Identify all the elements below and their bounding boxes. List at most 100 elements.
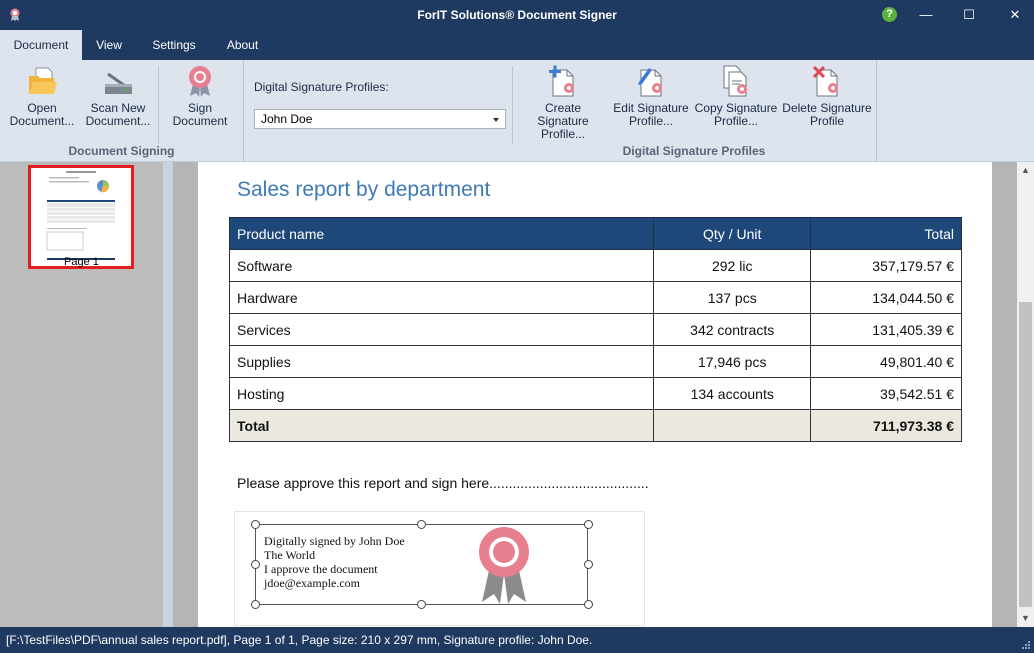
create-profile-label-2: Profile... [540, 127, 585, 141]
seal-icon [189, 66, 211, 97]
cell-total: 49,801.40 € [810, 345, 962, 378]
signature-line-location: The World [264, 548, 316, 562]
open-document-button[interactable]: Open Document... [6, 64, 78, 128]
cell-qty: 292 lic [653, 249, 812, 282]
total-value: 711,973.38 € [810, 409, 962, 442]
cell-qty: 134 accounts [653, 377, 812, 410]
document-delete-icon [812, 65, 838, 97]
group-separator [512, 66, 513, 144]
column-header-qty: Qty / Unit [653, 217, 812, 250]
scroll-down-icon[interactable]: ▼ [1017, 610, 1034, 627]
signature-area: Digitally signed by John Doe The World I… [234, 511, 645, 626]
delete-profile-button[interactable]: Delete Signature Profile [782, 64, 872, 128]
document-signing-group-label: Document Signing [68, 144, 175, 158]
signature-profiles-group-label: Digital Signature Profiles [622, 144, 766, 158]
cell-product: Hosting [228, 377, 655, 410]
table-row: Supplies 17,946 pcs 49,801.40 € [228, 345, 962, 378]
edit-profile-label-2: Profile... [628, 114, 673, 128]
table-header-row: Product name Qty / Unit Total [228, 217, 962, 250]
profiles-field-label: Digital Signature Profiles: [254, 80, 389, 94]
copy-profile-button[interactable]: Copy Signature Profile... [694, 64, 778, 128]
edit-profile-button[interactable]: Edit Signature Profile... [612, 64, 690, 128]
document-add-icon [549, 65, 574, 97]
total-label: Total [228, 409, 655, 442]
sign-document-button[interactable]: Sign Document [166, 64, 234, 128]
resize-grip-icon[interactable] [1021, 640, 1031, 650]
signature-line-signed-by: Digitally signed by John Doe [264, 534, 405, 548]
table-row: Services 342 contracts 131,405.39 € [228, 313, 962, 346]
signature-text: Digitally signed by John Doe The World I… [264, 534, 405, 590]
ribbon: Open Document... Scan New Document... Si… [0, 60, 1034, 162]
copy-profile-label-2: Profile... [713, 114, 758, 128]
sign-document-label-2: Document [172, 114, 228, 128]
resize-handle[interactable] [251, 600, 260, 609]
tab-about[interactable]: About [215, 30, 270, 60]
tab-settings[interactable]: Settings [140, 30, 208, 60]
total-qty [653, 409, 812, 442]
document-signing-group: Open Document... Scan New Document... Si… [0, 60, 244, 162]
cell-total: 357,179.57 € [810, 249, 962, 282]
folder-open-icon [29, 67, 57, 94]
table-row: Hosting 134 accounts 39,542.51 € [228, 377, 962, 410]
resize-handle[interactable] [251, 520, 260, 529]
cell-qty: 137 pcs [653, 281, 812, 314]
thumbnail-page-label: Page 1 [64, 256, 99, 268]
signature-line-reason: I approve the document [264, 562, 378, 576]
tab-document[interactable]: Document [0, 30, 82, 60]
scanner-icon [105, 72, 132, 94]
table-total-row: Total 711,973.38 € [228, 409, 962, 442]
cell-product: Supplies [228, 345, 655, 378]
cell-total: 131,405.39 € [810, 313, 962, 346]
cell-total: 39,542.51 € [810, 377, 962, 410]
sales-table: Product name Qty / Unit Total Software 2… [228, 217, 962, 442]
signature-profiles-group: Digital Signature Profiles: John Doe Cre… [244, 60, 877, 162]
resize-handle[interactable] [251, 560, 260, 569]
create-profile-button[interactable]: Create Signature Profile... [518, 64, 608, 141]
resize-handle[interactable] [584, 520, 593, 529]
thumbnail-pane: Page 1 [0, 162, 163, 627]
scrollbar-thumb[interactable] [1019, 302, 1032, 607]
approve-text: Please approve this report and sign here… [237, 475, 649, 491]
seal-icon [479, 527, 529, 604]
menu-bar: Document View Settings About [0, 30, 1034, 60]
open-document-label-2: Document... [9, 114, 75, 128]
tab-view[interactable]: View [82, 30, 136, 60]
table-row: Software 292 lic 357,179.57 € [228, 249, 962, 282]
cell-qty: 342 contracts [653, 313, 812, 346]
create-profile-label-1: Create Signature [537, 101, 589, 128]
resize-handle[interactable] [584, 600, 593, 609]
table-row: Hardware 137 pcs 134,044.50 € [228, 281, 962, 314]
resize-handle[interactable] [417, 520, 426, 529]
cell-product: Services [228, 313, 655, 346]
title-bar: ForIT Solutions® Document Signer ? — ☐ ✕ [0, 0, 1034, 30]
profile-select[interactable]: John Doe [254, 109, 506, 129]
cell-product: Software [228, 249, 655, 282]
pane-splitter[interactable] [163, 162, 173, 627]
scroll-up-icon[interactable]: ▲ [1017, 162, 1034, 179]
resize-handle[interactable] [584, 560, 593, 569]
page-thumbnail[interactable]: Page 1 [28, 165, 134, 269]
cell-product: Hardware [228, 281, 655, 314]
resize-handle[interactable] [417, 600, 426, 609]
maximize-button[interactable]: ☐ [946, 0, 992, 30]
vertical-scrollbar[interactable]: ▲ ▼ [1017, 162, 1034, 627]
help-icon[interactable]: ? [882, 7, 897, 22]
scan-document-label-2: Document... [85, 114, 151, 128]
cell-total: 134,044.50 € [810, 281, 962, 314]
column-header-product: Product name [228, 217, 655, 250]
close-button[interactable]: ✕ [992, 0, 1034, 30]
status-bar: [F:\TestFiles\PDF\annual sales report.pd… [0, 627, 1034, 653]
delete-profile-label-2: Profile [809, 114, 844, 128]
document-viewer: Sales report by department Product name … [173, 162, 1017, 627]
scan-document-button[interactable]: Scan New Document... [82, 64, 154, 128]
page-thumbnail-preview [46, 171, 115, 260]
profile-select-value: John Doe [261, 112, 313, 126]
report-heading: Sales report by department [237, 178, 491, 201]
chevron-down-icon [493, 118, 499, 122]
document-page: Sales report by department Product name … [198, 162, 992, 627]
column-header-total: Total [810, 217, 962, 250]
document-edit-icon [638, 68, 662, 97]
window-title: ForIT Solutions® Document Signer [417, 8, 617, 22]
minimize-button[interactable]: — [903, 0, 949, 30]
group-separator [158, 66, 159, 144]
